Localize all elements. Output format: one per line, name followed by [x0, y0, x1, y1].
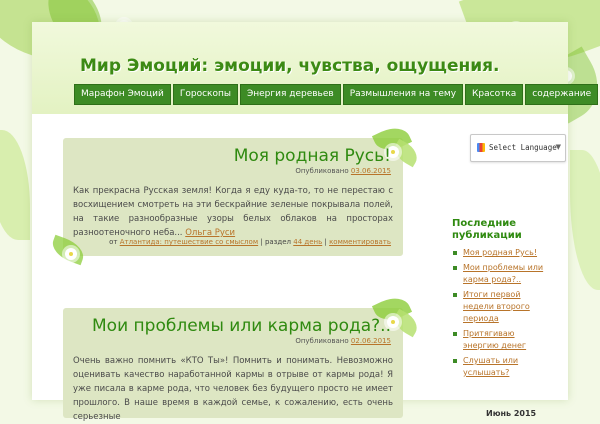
page-container: Мир Эмоций: эмоции, чувства, ощущения. М…	[32, 22, 599, 422]
post-excerpt: Как прекрасна Русская земля! Когда я еду…	[73, 184, 393, 240]
recent-posts-list: Моя родная Русь! Мои проблемы или карма …	[452, 247, 548, 382]
nav-item-horoscopes[interactable]: Гороскопы	[172, 84, 238, 105]
post-title[interactable]: Моя родная Русь!	[234, 146, 391, 166]
separator: |	[260, 238, 263, 246]
published-label: Опубликовано	[295, 167, 349, 175]
chevron-down-icon: ▼	[555, 143, 561, 151]
post-card: Моя родная Русь! Опубликовано 03.06.2015…	[48, 121, 422, 266]
language-select-label: Select Language	[489, 143, 557, 152]
nav-item-tree-energy[interactable]: Энергия деревьев	[239, 84, 341, 105]
post-meta: Опубликовано 02.06.2015	[295, 337, 391, 345]
post-title[interactable]: Мои проблемы или карма рода?..	[92, 316, 391, 336]
nav-item-beauty[interactable]: Красотка	[465, 84, 524, 105]
post-footer: от Атлантида: путешествие со смыслом | р…	[109, 238, 391, 246]
section-link[interactable]: 44 день	[293, 238, 322, 246]
post-meta: Опубликовано 03.06.2015	[295, 167, 391, 175]
published-label: Опубликовано	[295, 337, 349, 345]
post-date-link[interactable]: 03.06.2015	[351, 167, 391, 175]
nav-item-contents[interactable]: содержание	[525, 84, 599, 105]
recent-posts-title: Последние публикации	[452, 218, 522, 241]
language-select[interactable]: Select Language ▼	[470, 134, 566, 162]
site-title[interactable]: Мир Эмоций: эмоции, чувства, ощущения.	[80, 56, 500, 76]
main-nav: Марафон Эмоций Гороскопы Энергия деревье…	[74, 84, 599, 105]
recent-post-link[interactable]: Моя родная Русь!	[463, 248, 537, 257]
list-item: Итоги первой недели второго периода	[452, 289, 548, 325]
recent-post-link[interactable]: Притягиваю энергию денег	[463, 329, 526, 350]
post-card: Мои проблемы или карма рода?.. Опубликов…	[63, 291, 422, 422]
post-excerpt: Очень важно помнить «КТО Ты»! Помнить и …	[73, 356, 393, 422]
nav-item-marathon[interactable]: Марафон Эмоций	[74, 84, 171, 105]
recent-post-link[interactable]: Слушать или услышать?	[463, 356, 518, 377]
list-item: Мои проблемы или карма рода?..	[452, 262, 548, 286]
list-item: Моя родная Русь!	[452, 247, 548, 259]
list-item: Притягиваю энергию денег	[452, 328, 548, 352]
author-link[interactable]: Атлантида: путешествие со смыслом	[120, 238, 258, 246]
recent-post-link[interactable]: Итоги первой недели второго периода	[463, 290, 530, 323]
site-header: Мир Эмоций: эмоции, чувства, ощущения. М…	[32, 22, 599, 114]
comments-link[interactable]: комментировать	[329, 238, 391, 246]
author-prefix: от	[109, 238, 118, 246]
nav-item-reflections[interactable]: Размышления на тему	[342, 84, 464, 105]
read-more-link[interactable]: Ольга Руси	[185, 228, 235, 238]
section-label: раздел	[264, 238, 292, 246]
separator: |	[324, 238, 327, 246]
recent-post-link[interactable]: Мои проблемы или карма рода?..	[463, 263, 543, 284]
google-translate-icon	[477, 143, 485, 152]
post-date-link[interactable]: 02.06.2015	[351, 337, 391, 345]
calendar-title: Июнь 2015	[486, 409, 537, 418]
list-item: Слушать или услышать?	[452, 355, 548, 379]
